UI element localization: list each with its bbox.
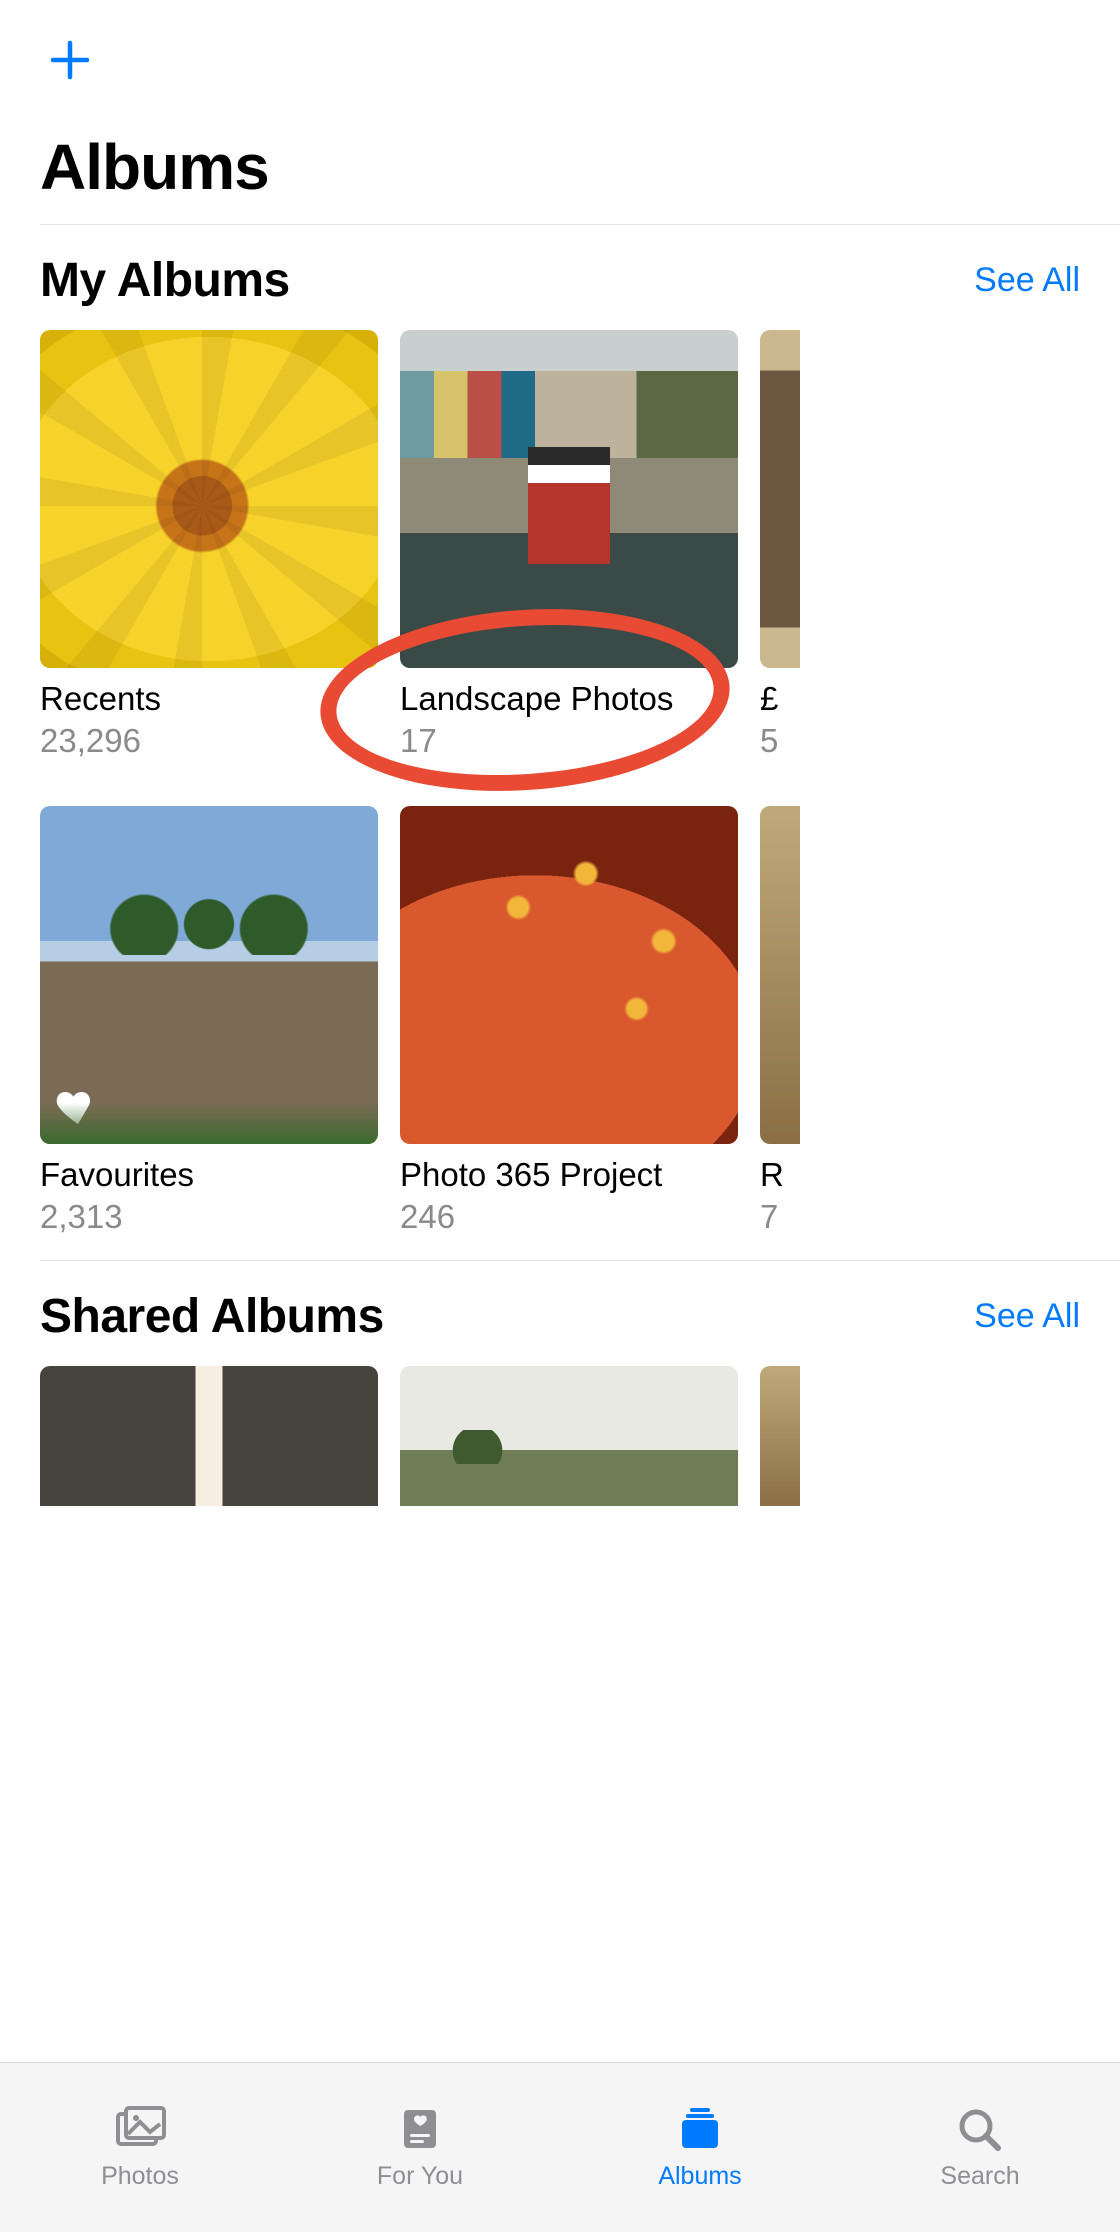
see-all-my-albums[interactable]: See All xyxy=(974,261,1080,300)
page-title: Albums xyxy=(0,100,1120,224)
album-name: Recents xyxy=(40,680,378,718)
album-count: 246 xyxy=(400,1198,738,1236)
plus-icon xyxy=(49,39,91,81)
tab-photos[interactable]: Photos xyxy=(0,2063,280,2232)
album-thumb xyxy=(760,1366,800,1506)
album-thumb xyxy=(40,330,378,668)
album-thumb xyxy=(40,806,378,1144)
tab-search[interactable]: Search xyxy=(840,2063,1120,2232)
album-count: 2,313 xyxy=(40,1198,378,1236)
shared-album-card-partial[interactable] xyxy=(760,1366,800,1506)
albums-tab-icon xyxy=(672,2104,728,2154)
album-thumb xyxy=(40,1366,378,1506)
album-name: R xyxy=(760,1156,800,1194)
tab-bar: Photos For You Albums Search xyxy=(0,2062,1120,2232)
photos-tab-icon xyxy=(112,2104,168,2154)
tab-label: Photos xyxy=(101,2162,179,2191)
for-you-tab-icon xyxy=(392,2104,448,2154)
album-card-partial[interactable]: R 7 xyxy=(760,806,800,1260)
shared-album-card[interactable] xyxy=(400,1366,738,1506)
heart-icon xyxy=(54,1082,102,1130)
tab-label: Search xyxy=(940,2162,1019,2191)
album-card-landscape-photos[interactable]: Landscape Photos 17 xyxy=(400,330,738,784)
shared-album-card[interactable] xyxy=(40,1366,378,1506)
section-title-shared-albums: Shared Albums xyxy=(40,1289,384,1344)
album-card-photo-365[interactable]: Photo 365 Project 246 xyxy=(400,806,738,1260)
album-card-favourites[interactable]: Favourites 2,313 xyxy=(40,806,378,1260)
album-thumb xyxy=(760,330,800,668)
album-thumb xyxy=(760,806,800,1144)
album-count: 17 xyxy=(400,722,738,760)
album-thumb xyxy=(400,806,738,1144)
tab-albums[interactable]: Albums xyxy=(560,2063,840,2232)
tab-for-you[interactable]: For You xyxy=(280,2063,560,2232)
album-name: Favourites xyxy=(40,1156,378,1194)
album-name: Landscape Photos xyxy=(400,680,738,718)
album-name: £ xyxy=(760,680,800,718)
add-button[interactable] xyxy=(40,30,100,90)
album-card-recents[interactable]: Recents 23,296 xyxy=(40,330,378,784)
see-all-shared-albums[interactable]: See All xyxy=(974,1297,1080,1336)
album-thumb xyxy=(400,1366,738,1506)
album-count: 23,296 xyxy=(40,722,378,760)
tab-label: Albums xyxy=(658,2162,741,2191)
album-thumb xyxy=(400,330,738,668)
album-card-partial[interactable]: £ 5 xyxy=(760,330,800,784)
album-name: Photo 365 Project xyxy=(400,1156,738,1194)
album-count: 5 xyxy=(760,722,800,760)
section-title-my-albums: My Albums xyxy=(40,253,290,308)
album-count: 7 xyxy=(760,1198,800,1236)
tab-label: For You xyxy=(377,2162,463,2191)
search-tab-icon xyxy=(952,2104,1008,2154)
